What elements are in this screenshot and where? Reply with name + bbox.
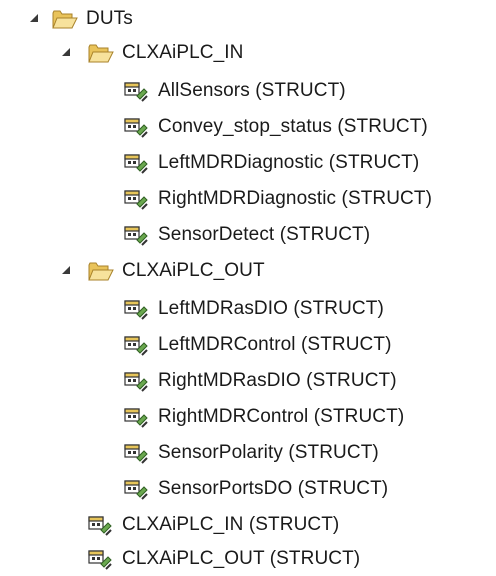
tree-item-label: AllSensors (STRUCT) [158,80,346,101]
tree-item-label: RightMDRasDIO (STRUCT) [158,370,397,391]
tree-item-sensordetect[interactable]: SensorDetect (STRUCT) [0,218,496,252]
tree-node-label: CLXAiPLC_IN [122,42,244,63]
dut-tree-view: DUTs CLXAiPLC_IN AllSensors (STRUCT) Con… [0,0,496,574]
struct-type-icon [86,545,114,573]
tree-item-rightmdrcontrol[interactable]: RightMDRControl (STRUCT) [0,400,496,434]
tree-node-duts[interactable]: DUTs [0,2,496,36]
struct-type-icon [122,221,150,249]
struct-type-icon [122,403,150,431]
tree-node-label: CLXAiPLC_OUT [122,260,265,281]
tree-item-label: LeftMDRasDIO (STRUCT) [158,298,384,319]
struct-type-icon [122,331,150,359]
struct-type-icon [86,511,114,539]
open-folder-icon [86,39,114,67]
struct-type-icon [122,185,150,213]
tree-item-sensorportsdo[interactable]: SensorPortsDO (STRUCT) [0,472,496,506]
expand-arrow-icon[interactable] [62,48,70,56]
tree-node-label: DUTs [86,8,133,29]
tree-item-label: SensorPolarity (STRUCT) [158,442,379,463]
tree-item-label: Convey_stop_status (STRUCT) [158,116,428,137]
struct-type-icon [122,475,150,503]
tree-node-clxaiplc-in-folder[interactable]: CLXAiPLC_IN [0,36,496,70]
tree-item-label: LeftMDRDiagnostic (STRUCT) [158,152,420,173]
struct-type-icon [122,113,150,141]
struct-type-icon [122,439,150,467]
struct-type-icon [122,149,150,177]
tree-item-label: CLXAiPLC_IN (STRUCT) [122,514,340,535]
tree-item-label: SensorPortsDO (STRUCT) [158,478,389,499]
struct-type-icon [122,367,150,395]
open-folder-icon [86,257,114,285]
tree-item-label: LeftMDRControl (STRUCT) [158,334,392,355]
struct-type-icon [122,295,150,323]
struct-type-icon [122,77,150,105]
tree-item-rightmdrasdio[interactable]: RightMDRasDIO (STRUCT) [0,364,496,398]
tree-item-leftmdrcontrol[interactable]: LeftMDRControl (STRUCT) [0,328,496,362]
tree-node-clxaiplc-out-folder[interactable]: CLXAiPLC_OUT [0,254,496,288]
tree-item-label: RightMDRDiagnostic (STRUCT) [158,188,433,209]
tree-item-label: SensorDetect (STRUCT) [158,224,371,245]
tree-item-leftmdrasdio[interactable]: LeftMDRasDIO (STRUCT) [0,292,496,326]
tree-item-convey-stop-status[interactable]: Convey_stop_status (STRUCT) [0,110,496,144]
tree-item-sensorpolarity[interactable]: SensorPolarity (STRUCT) [0,436,496,470]
expand-arrow-icon[interactable] [62,266,70,274]
tree-item-allsensors[interactable]: AllSensors (STRUCT) [0,74,496,108]
expand-arrow-icon[interactable] [30,14,38,22]
tree-item-leftmdrdiagnostic[interactable]: LeftMDRDiagnostic (STRUCT) [0,146,496,180]
open-folder-icon [50,5,78,33]
tree-item-clxaiplc-out-struct[interactable]: CLXAiPLC_OUT (STRUCT) [0,542,496,576]
tree-item-rightmdrdiagnostic[interactable]: RightMDRDiagnostic (STRUCT) [0,182,496,216]
tree-item-label: CLXAiPLC_OUT (STRUCT) [122,548,361,569]
tree-item-clxaiplc-in-struct[interactable]: CLXAiPLC_IN (STRUCT) [0,508,496,542]
tree-item-label: RightMDRControl (STRUCT) [158,406,405,427]
